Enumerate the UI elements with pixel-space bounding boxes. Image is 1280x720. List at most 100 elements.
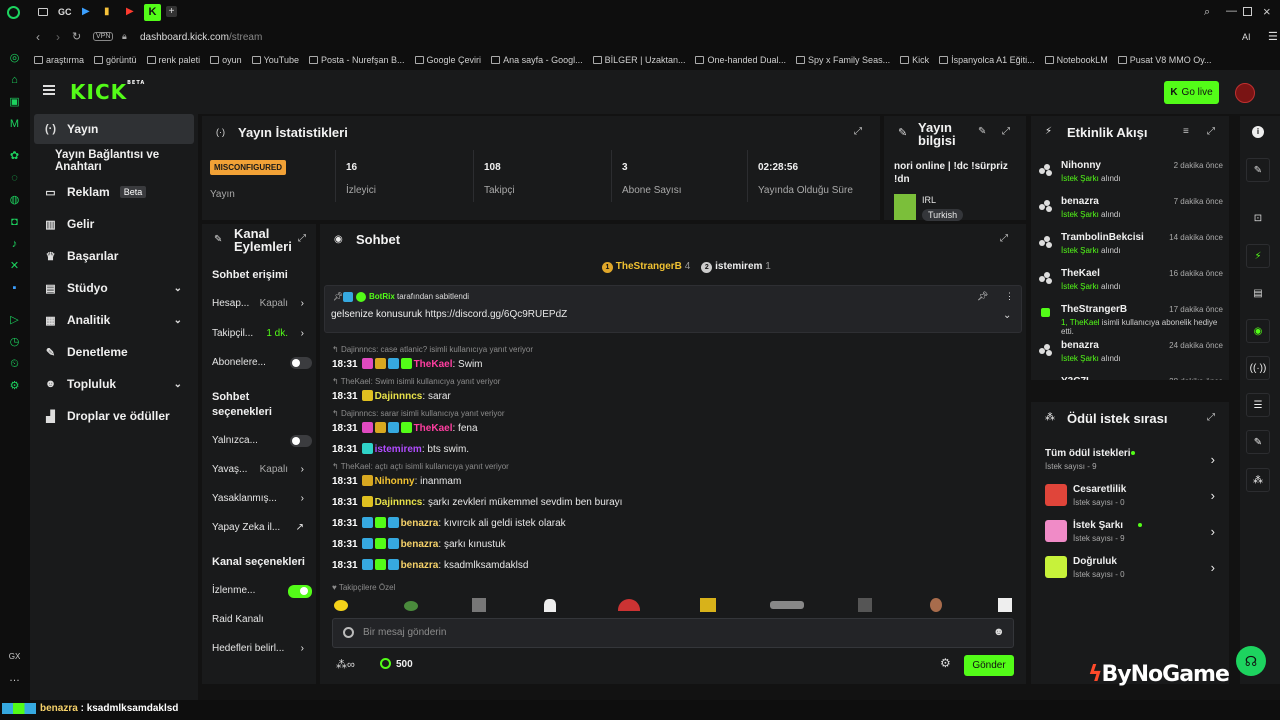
instagram-icon[interactable]: ◘ bbox=[8, 216, 21, 229]
followers-only-setting[interactable]: Takipçil... 1 dk. › bbox=[212, 328, 312, 339]
sidebar-item-basarilar[interactable]: ♛ Başarılar bbox=[34, 241, 194, 271]
category-thumbnail[interactable] bbox=[894, 194, 916, 220]
sidebar-item-yayin[interactable]: (·) Yayın bbox=[34, 114, 194, 144]
reload-icon[interactable]: ↻ bbox=[72, 30, 81, 43]
bookmark-item[interactable]: BİLGER | Uzaktan... bbox=[592, 55, 685, 65]
rewards-icon[interactable]: ⁂ bbox=[1246, 468, 1270, 492]
edit-icon[interactable]: ✎ bbox=[1246, 158, 1270, 182]
chat-username[interactable]: benazra bbox=[401, 518, 439, 529]
chat-message[interactable]: 18:31 benazra: kıvırcık ali geldi istek o… bbox=[332, 517, 566, 529]
watch-setting[interactable]: İzlenme... bbox=[212, 585, 312, 598]
chat-message[interactable]: 18:31 Dajinnncs: şarkı zevkleri mükemmel … bbox=[332, 496, 622, 508]
sidebar-item-stream-key[interactable]: Yayın Bağlantısı ve Anahtarı bbox=[34, 146, 194, 176]
kick-logo[interactable]: KICKBETA bbox=[70, 80, 145, 104]
player-icon[interactable]: ▷ bbox=[8, 314, 21, 327]
whatsapp-icon[interactable]: ◌ bbox=[8, 172, 21, 185]
chat-message[interactable]: 18:31 istemirem: bts swim. bbox=[332, 443, 469, 455]
chat-message[interactable]: 18:31 TheKael: fena bbox=[332, 422, 478, 434]
tab-youtube-icon[interactable]: ▶ bbox=[126, 6, 134, 17]
popout-icon[interactable]: ⤢ bbox=[298, 233, 306, 244]
tab-play-icon[interactable]: ▶ bbox=[82, 6, 90, 17]
chatgpt-icon[interactable]: ✿ bbox=[8, 150, 21, 163]
chat-username[interactable]: Nihonny bbox=[375, 476, 415, 487]
popout-icon[interactable]: ⤢ bbox=[1207, 412, 1215, 423]
new-tab-icon[interactable]: + bbox=[166, 6, 177, 17]
broadcast-icon[interactable]: ((·)) bbox=[1246, 356, 1270, 380]
tab-icon[interactable] bbox=[38, 8, 48, 16]
watch-toggle[interactable] bbox=[288, 585, 312, 598]
bag-icon[interactable]: ⌂ bbox=[8, 74, 21, 87]
reward-item[interactable]: Cesaretlilik İstek sayısı - 0 › bbox=[1045, 482, 1223, 512]
bookmark-item[interactable]: araştırma bbox=[34, 55, 84, 65]
sidebar-item-analitik[interactable]: ▦ Analitik ⌄ bbox=[34, 305, 194, 335]
sidebar-item-topluluk[interactable]: ☻ Topluluk ⌄ bbox=[34, 369, 194, 399]
edit-icon[interactable]: ✎ bbox=[978, 126, 986, 137]
emote-only-setting[interactable]: Yalnızca... bbox=[212, 435, 312, 447]
emote[interactable] bbox=[618, 599, 640, 611]
tab-gc[interactable]: GC bbox=[58, 7, 72, 17]
bookmark-item[interactable]: Pusat V8 MMO Oy... bbox=[1117, 55, 1212, 65]
popout-icon[interactable]: ⤢ bbox=[1002, 126, 1010, 137]
x-icon[interactable]: ✕ bbox=[8, 260, 21, 273]
popout-icon[interactable]: ⤢ bbox=[1207, 126, 1215, 137]
menu-icon[interactable]: ☰ bbox=[1268, 30, 1278, 43]
support-chat-icon[interactable]: ☊ bbox=[1236, 646, 1266, 676]
banned-words-setting[interactable]: Yasaklanmış... › bbox=[212, 493, 312, 504]
tab-kick-active[interactable]: K bbox=[144, 4, 161, 21]
bookmark-item[interactable]: YouTube bbox=[251, 55, 299, 65]
emote[interactable] bbox=[404, 601, 418, 611]
list-icon[interactable]: ☰ bbox=[1246, 393, 1270, 417]
activity-item[interactable]: Nihonny 2 dakika önce İstek Şarkı alındı bbox=[1039, 160, 1225, 183]
unpin-icon[interactable]: 📌︎ bbox=[977, 291, 988, 302]
chat-message[interactable]: 18:31 Dajinnncs: sarar bbox=[332, 390, 451, 402]
emote[interactable] bbox=[334, 600, 348, 611]
gifter-name[interactable]: TheStrangerB bbox=[616, 261, 682, 272]
bookmark-item[interactable]: İspanyolca A1 Eğiti... bbox=[939, 55, 1035, 65]
activity-item[interactable]: Y3C7L28 dakika önce bbox=[1039, 376, 1225, 380]
m-icon[interactable]: M bbox=[8, 118, 21, 131]
discord-icon[interactable]: ◍ bbox=[8, 194, 21, 207]
sidebar-item-reklam[interactable]: ▭ Reklam Beta bbox=[34, 177, 194, 207]
back-icon[interactable]: ‹ bbox=[36, 30, 40, 44]
bookmark-item[interactable]: One-handed Dual... bbox=[695, 55, 786, 65]
more-options-icon[interactable]: ⋮ bbox=[1005, 291, 1014, 302]
raid-channel-setting[interactable]: Raid Kanalı bbox=[212, 614, 312, 625]
ai-button[interactable]: AI bbox=[1242, 32, 1251, 42]
chevron-down-icon[interactable]: ⌄ bbox=[1003, 310, 1011, 321]
bolt-icon[interactable]: ⚡︎ bbox=[1246, 244, 1270, 268]
account-age-setting[interactable]: Hesap... Kapalı › bbox=[212, 298, 312, 309]
url-text[interactable]: dashboard.kick.com/stream bbox=[140, 32, 262, 43]
settings-icon[interactable]: ⚙ bbox=[8, 380, 21, 393]
reward-item[interactable]: İstek Şarkı İstek sayısı - 9 › bbox=[1045, 518, 1223, 548]
activity-item[interactable]: TheKael 16 dakika önce İstek Şarkı alındı bbox=[1039, 268, 1225, 291]
chat-message[interactable]: 18:31 Nihonny: inanmam bbox=[332, 475, 461, 487]
chat-username[interactable]: istemirem bbox=[375, 444, 422, 455]
chat-icon[interactable]: ◉ bbox=[1246, 319, 1270, 343]
chat-username[interactable]: Dajinnncs bbox=[375, 391, 423, 402]
minimize-icon[interactable]: — bbox=[1226, 5, 1237, 17]
chat-message[interactable]: 18:31 TheKael: Swim bbox=[332, 358, 483, 370]
bookmark-item[interactable]: oyun bbox=[210, 55, 242, 65]
pinned-message[interactable]: 📌︎ BotRix tarafından sabitlendi 📌︎ ⋮ gel… bbox=[324, 285, 1022, 333]
popout-icon[interactable]: ⤢ bbox=[1000, 233, 1008, 244]
bookmark-item[interactable]: Google Çeviri bbox=[414, 55, 481, 65]
goals-setting[interactable]: Hedefleri belirl... › bbox=[212, 643, 312, 654]
chat-settings-icon[interactable]: ⚙ bbox=[940, 656, 951, 670]
bookmark-item[interactable]: Spy x Family Seas... bbox=[796, 55, 890, 65]
chat-message[interactable]: 18:31 benazra: ksadmlksamdaklsd bbox=[332, 559, 528, 571]
bookmark-item[interactable]: renk paleti bbox=[146, 55, 200, 65]
gx-icon[interactable]: GX bbox=[8, 650, 21, 663]
ai-moderation-setting[interactable]: Yapay Zeka il... ↗ bbox=[212, 522, 312, 533]
sidebar-item-droplar[interactable]: ▟ Droplar ve ödüller bbox=[34, 401, 194, 431]
bookmark-item[interactable]: NotebookLM bbox=[1044, 55, 1108, 65]
clock-icon[interactable]: ⏲ bbox=[8, 358, 21, 371]
activity-item[interactable]: TrambolinBekcisi 14 dakika önce İstek Şark… bbox=[1039, 232, 1225, 255]
chat-username[interactable]: TheKael bbox=[414, 423, 453, 434]
reward-item[interactable]: Doğruluk İstek sayısı - 0 › bbox=[1045, 554, 1223, 584]
cube-icon[interactable]: ▣ bbox=[8, 96, 21, 109]
emote[interactable] bbox=[700, 598, 716, 612]
emote[interactable] bbox=[930, 598, 942, 612]
close-icon[interactable]: × bbox=[1263, 4, 1271, 19]
go-live-button[interactable]: K Go live bbox=[1164, 81, 1219, 104]
send-button[interactable]: Gönder bbox=[964, 655, 1014, 676]
